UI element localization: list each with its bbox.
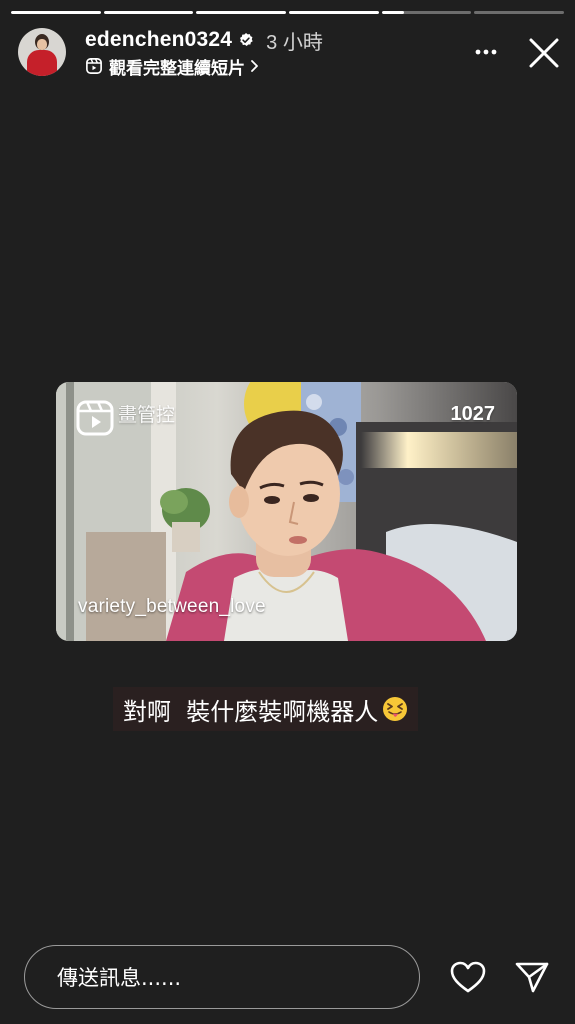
watch-full-reel-label: 觀看完整連續短片 (109, 58, 245, 79)
story-progress-segment (289, 11, 379, 14)
story-progress-fill (289, 11, 379, 14)
squinting-face-with-tongue-icon (383, 697, 408, 721)
story-header: edenchen0324 3 小時 觀看完整連續短片 (18, 26, 561, 79)
message-input[interactable]: 傳送訊息...... (24, 945, 420, 1009)
close-button[interactable] (527, 36, 561, 70)
reels-icon (86, 58, 102, 74)
channel-watermark: 畫管控 (116, 400, 175, 427)
story-progress-segment (381, 11, 472, 14)
story-progress-segment (196, 11, 287, 14)
caption-text: 對啊 裝什麼裝啊機器人 (123, 697, 379, 726)
channel-watermark-text: 畫管控 (118, 404, 176, 426)
verified-badge-icon (240, 33, 253, 46)
story-viewer: edenchen0324 3 小時 觀看完整連續短片 畫管控 1027 vari… (0, 0, 575, 1024)
shared-reel-card[interactable]: 畫管控 1027 variety_between_love (56, 382, 517, 641)
heart-icon[interactable] (449, 960, 487, 994)
chevron-right-icon (251, 60, 258, 72)
reel-author-handle[interactable]: variety_between_love (78, 596, 266, 618)
story-progress-fill (196, 11, 287, 14)
user-info: edenchen0324 3 小時 觀看完整連續短片 (85, 26, 323, 79)
username[interactable]: edenchen0324 (85, 28, 232, 52)
story-progress-fill (381, 11, 405, 14)
story-progress-segment (11, 11, 101, 14)
more-options-button[interactable] (471, 40, 501, 64)
watch-full-reel-link[interactable]: 觀看完整連續短片 (85, 55, 323, 79)
story-progress (11, 11, 565, 15)
story-text-caption: 對啊 裝什麼裝啊機器人 (113, 687, 419, 731)
episode-tag: 1027 (450, 403, 496, 425)
story-progress-fill (11, 11, 101, 14)
avatar[interactable] (18, 28, 66, 76)
story-progress-segment (474, 11, 565, 14)
message-placeholder: 傳送訊息...... (57, 966, 182, 990)
story-progress-fill (103, 11, 194, 14)
send-icon[interactable] (514, 960, 550, 994)
post-time: 3 小時 (266, 31, 323, 54)
story-progress-segment (103, 11, 194, 14)
